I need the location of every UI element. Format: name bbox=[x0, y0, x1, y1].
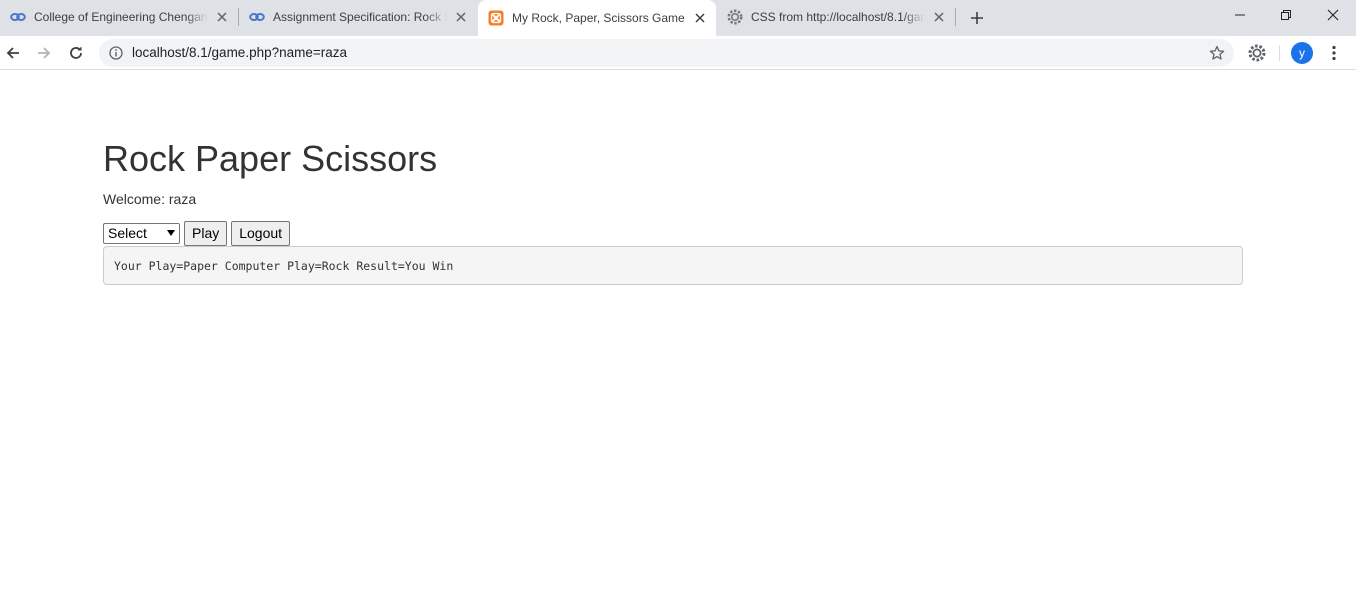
new-tab-button[interactable] bbox=[965, 6, 989, 30]
page-viewport: Rock Paper Scissors Welcome: raza Select… bbox=[0, 71, 1356, 593]
close-window-button[interactable] bbox=[1310, 0, 1356, 30]
dropdown-arrow-icon bbox=[167, 229, 175, 236]
play-select[interactable]: Select bbox=[103, 222, 180, 244]
tab-title: College of Engineering Chengannur bbox=[34, 10, 208, 24]
close-tab-icon[interactable] bbox=[214, 9, 230, 25]
tab-title: CSS from http://localhost/8.1/game.php bbox=[751, 10, 925, 24]
link-loop-icon bbox=[10, 9, 26, 25]
browser-tab-strip: College of Engineering Chengannur Assign… bbox=[0, 0, 1356, 36]
tab-assignment-specification[interactable]: Assignment Specification: Rock Paper Sci… bbox=[239, 0, 477, 34]
tab-college-of-engineering[interactable]: College of Engineering Chengannur bbox=[0, 0, 238, 34]
address-url[interactable]: localhost/8.1/game.php?name=raza bbox=[132, 45, 347, 60]
page-title: Rock Paper Scissors bbox=[103, 138, 438, 179]
link-loop-icon bbox=[249, 9, 265, 25]
browser-menu-button[interactable] bbox=[1322, 41, 1346, 65]
play-select-value: Select bbox=[108, 225, 147, 241]
reload-icon bbox=[70, 46, 82, 59]
close-tab-icon[interactable] bbox=[931, 9, 947, 25]
tab-title: Assignment Specification: Rock Paper Sci… bbox=[273, 10, 447, 24]
info-icon[interactable] bbox=[108, 45, 124, 61]
reload-button[interactable] bbox=[63, 40, 89, 66]
close-tab-icon[interactable] bbox=[453, 9, 469, 25]
close-tab-icon[interactable] bbox=[692, 10, 708, 26]
arrow-left-icon bbox=[6, 47, 19, 59]
browser-toolbar: localhost/8.1/game.php?name=raza y bbox=[0, 36, 1356, 70]
result-output: Your Play=Paper Computer Play=Rock Resul… bbox=[103, 246, 1243, 285]
tab-rock-paper-scissors-game[interactable]: My Rock, Paper, Scissors Game bbox=[478, 0, 716, 36]
kebab-menu-icon bbox=[1332, 45, 1336, 61]
profile-avatar[interactable]: y bbox=[1291, 42, 1313, 64]
tab-separator bbox=[955, 8, 956, 26]
play-button[interactable]: Play bbox=[184, 220, 228, 246]
gear-icon bbox=[727, 9, 743, 25]
toolbar-divider bbox=[1279, 45, 1280, 61]
welcome-text: Welcome: raza bbox=[103, 191, 197, 207]
minimize-window-button[interactable] bbox=[1217, 0, 1263, 30]
back-button[interactable] bbox=[0, 40, 26, 66]
plus-icon bbox=[971, 12, 983, 24]
arrow-right-icon bbox=[38, 47, 51, 59]
extension-gear-icon[interactable] bbox=[1245, 41, 1269, 65]
address-bar[interactable]: localhost/8.1/game.php?name=raza bbox=[99, 39, 1234, 67]
restore-icon bbox=[1281, 10, 1291, 20]
xampp-icon bbox=[488, 10, 504, 26]
logout-button[interactable]: Logout bbox=[231, 220, 291, 246]
restore-window-button[interactable] bbox=[1263, 0, 1309, 30]
forward-button[interactable] bbox=[31, 40, 57, 66]
minimize-icon bbox=[1235, 14, 1245, 16]
bookmark-star-icon[interactable] bbox=[1208, 44, 1226, 62]
close-icon bbox=[1327, 9, 1339, 21]
tab-css-source[interactable]: CSS from http://localhost/8.1/game.php bbox=[717, 0, 955, 34]
play-form: Select Play Logout bbox=[103, 220, 294, 246]
tab-title: My Rock, Paper, Scissors Game bbox=[512, 11, 685, 25]
